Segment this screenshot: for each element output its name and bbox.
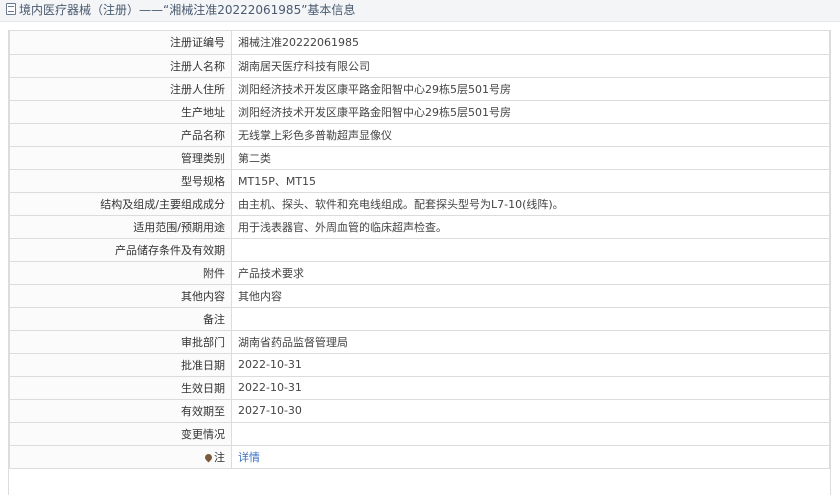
location-pin-icon: [203, 452, 214, 462]
field-value: 用于浅表器官、外周血管的临床超声检查。: [231, 214, 830, 239]
table-row: 附件 产品技术要求: [9, 260, 830, 285]
field-label: 适用范围/预期用途: [9, 214, 232, 239]
field-value: 其他内容: [231, 283, 830, 308]
field-value: 湖南省药品监督管理局: [231, 329, 830, 354]
field-value: 浏阳经济技术开发区康平路金阳智中心29栋5层501号房: [231, 76, 830, 101]
field-value: 产品技术要求: [231, 260, 830, 285]
table-row: 注册人名称 湖南居天医疗科技有限公司: [9, 53, 830, 78]
field-value: 第二类: [231, 145, 830, 170]
page-title: 境内医疗器械（注册）——“湘械注准20222061985”基本信息: [19, 3, 356, 17]
note-value-cell: 详情: [231, 444, 830, 469]
field-label: 结构及组成/主要组成成分: [9, 191, 232, 216]
details-link[interactable]: 详情: [238, 451, 260, 464]
table-row: 注册人住所 浏阳经济技术开发区康平路金阳智中心29栋5层501号房: [9, 76, 830, 101]
field-label: 备注: [9, 306, 232, 331]
table-row: 审批部门 湖南省药品监督管理局: [9, 329, 830, 354]
field-label: 生效日期: [9, 375, 232, 400]
table-row: 批准日期 2022-10-31: [9, 352, 830, 377]
table-row: 有效期至 2027-10-30: [9, 398, 830, 423]
field-value: 湖南居天医疗科技有限公司: [231, 53, 830, 78]
field-label: 注册证编号: [9, 31, 232, 55]
field-label: 注册人住所: [9, 76, 232, 101]
field-label: 注册人名称: [9, 53, 232, 78]
field-value: [231, 421, 830, 446]
field-label: 其他内容: [9, 283, 232, 308]
table-row: 结构及组成/主要组成成分 由主机、探头、软件和充电线组成。配套探头型号为L7-10…: [9, 191, 830, 216]
field-value: 2022-10-31: [231, 352, 830, 377]
field-label: 型号规格: [9, 168, 232, 193]
field-label: 生产地址: [9, 99, 232, 124]
table-row: 生产地址 浏阳经济技术开发区康平路金阳智中心29栋5层501号房: [9, 99, 830, 124]
page-header: 境内医疗器械（注册）——“湘械注准20222061985”基本信息: [0, 0, 840, 22]
table-row: 生效日期 2022-10-31: [9, 375, 830, 400]
field-label: 批准日期: [9, 352, 232, 377]
field-value: 浏阳经济技术开发区康平路金阳智中心29栋5层501号房: [231, 99, 830, 124]
field-label: 产品储存条件及有效期: [9, 237, 232, 262]
field-label: 有效期至: [9, 398, 232, 423]
field-value: 2027-10-30: [231, 398, 830, 423]
field-value: [231, 237, 830, 262]
info-panel: 注册证编号 湘械注准20222061985 注册人名称 湖南居天医疗科技有限公司 注…: [8, 30, 831, 495]
note-label: 注: [214, 450, 225, 464]
table-row: 注册证编号 湘械注准20222061985: [9, 31, 830, 55]
field-label: 产品名称: [9, 122, 232, 147]
field-value: 无线掌上彩色多普勒超声显像仪: [231, 122, 830, 147]
info-table: 注册证编号 湘械注准20222061985 注册人名称 湖南居天医疗科技有限公司 注…: [9, 31, 830, 469]
document-icon: [6, 3, 16, 15]
table-row: 适用范围/预期用途 用于浅表器官、外周血管的临床超声检查。: [9, 214, 830, 239]
field-label: 审批部门: [9, 329, 232, 354]
table-row: 产品名称 无线掌上彩色多普勒超声显像仪: [9, 122, 830, 147]
table-row: 型号规格 MT15P、MT15: [9, 168, 830, 193]
table-row: 产品储存条件及有效期: [9, 237, 830, 262]
field-label: 管理类别: [9, 145, 232, 170]
table-row: 备注: [9, 306, 830, 331]
table-row: 管理类别 第二类: [9, 145, 830, 170]
note-row: 注 详情: [9, 444, 830, 469]
field-value: MT15P、MT15: [231, 168, 830, 193]
table-row: 其他内容 其他内容: [9, 283, 830, 308]
field-value: [231, 306, 830, 331]
field-value: 2022-10-31: [231, 375, 830, 400]
note-label-cell: 注: [9, 444, 232, 469]
field-value: 由主机、探头、软件和充电线组成。配套探头型号为L7-10(线阵)。: [231, 191, 830, 216]
table-row: 变更情况: [9, 421, 830, 446]
field-label: 附件: [9, 260, 232, 285]
field-value: 湘械注准20222061985: [231, 31, 830, 55]
field-label: 变更情况: [9, 421, 232, 446]
